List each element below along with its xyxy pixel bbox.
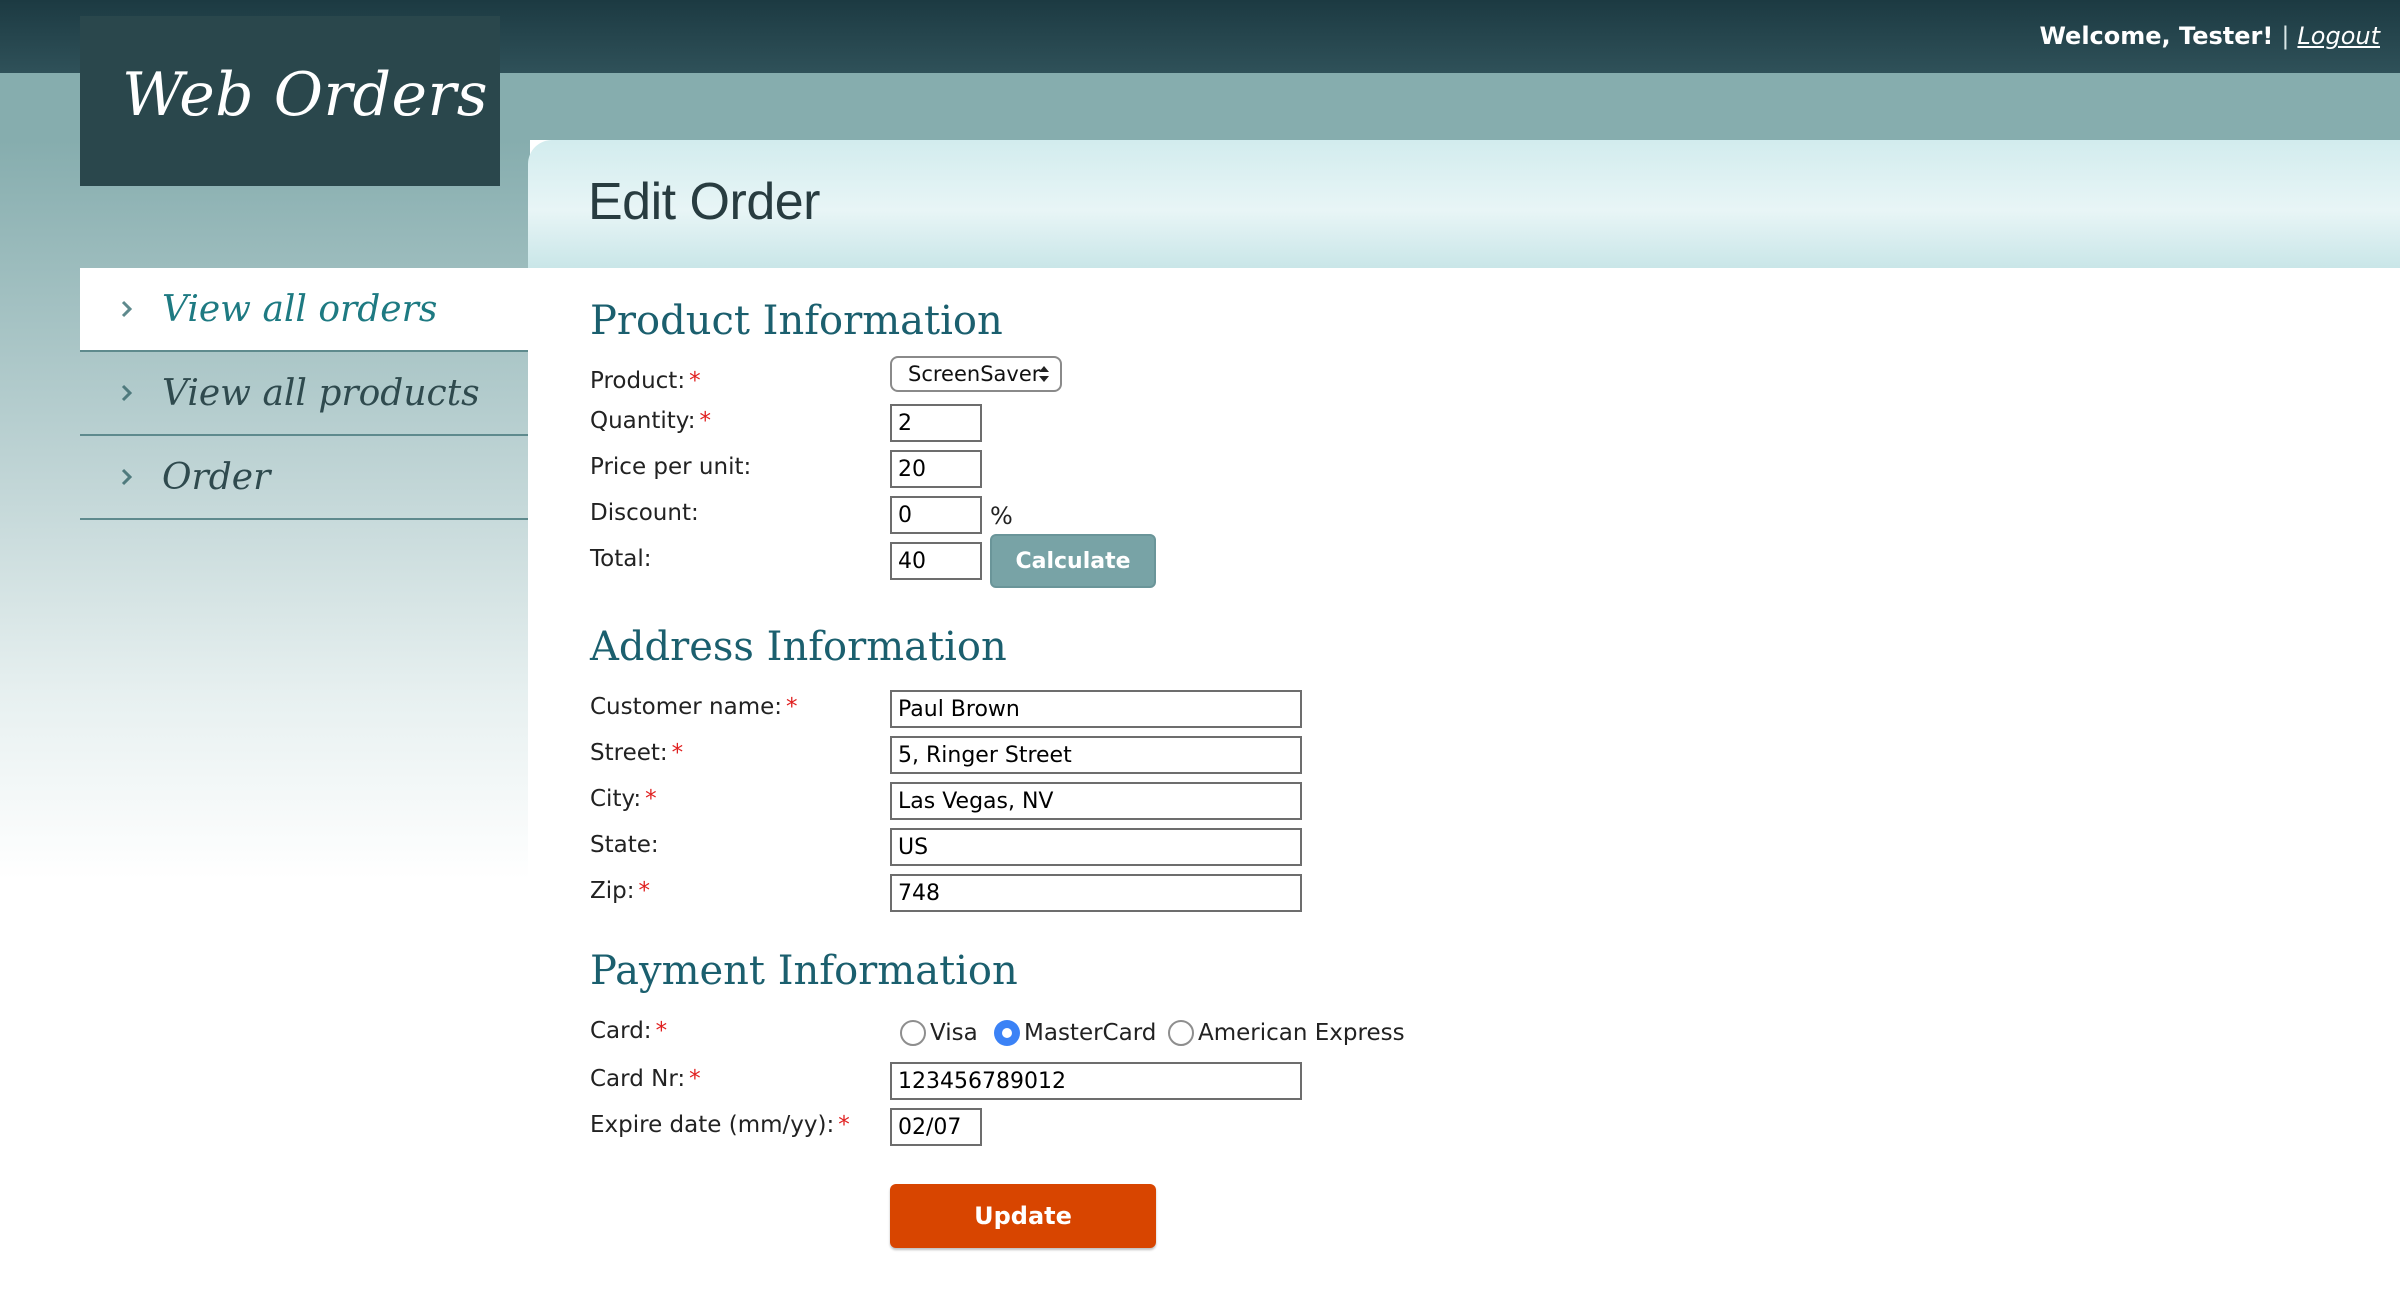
city-label: City: * — [590, 786, 657, 812]
zip-label: Zip: * — [590, 878, 650, 904]
chevron-right-icon — [118, 384, 136, 402]
sidebar-item-label: Order — [162, 456, 271, 498]
update-button[interactable]: Update — [890, 1184, 1156, 1248]
street-label-text: Street: — [590, 740, 668, 766]
sidebar-item-view-all-orders[interactable]: View all orders — [80, 268, 528, 352]
sidebar-item-label: View all products — [162, 372, 480, 414]
chevron-right-icon — [118, 300, 136, 318]
product-section-title: Product Information — [590, 298, 1003, 344]
city-field[interactable] — [890, 782, 1302, 820]
radio-dot — [1002, 1028, 1012, 1038]
required-marker: * — [655, 1018, 668, 1044]
mastercard-radio[interactable] — [994, 1020, 1020, 1046]
price-label: Price per unit: — [590, 454, 752, 480]
expire-date-field[interactable] — [890, 1108, 982, 1146]
card-option-mastercard[interactable]: MasterCard — [994, 1018, 1156, 1048]
card-nr-label: Card Nr: * — [590, 1066, 701, 1092]
product-select[interactable]: ScreenSaver — [890, 356, 1062, 392]
american-express-radio[interactable] — [1168, 1020, 1194, 1046]
sidebar-nav: View all orders View all products Order — [80, 268, 528, 520]
required-marker: * — [838, 1112, 850, 1138]
card-option-visa[interactable]: Visa — [900, 1018, 978, 1048]
expire-date-label-text: Expire date (mm/yy): — [590, 1112, 835, 1138]
card-label: Card: * — [590, 1018, 667, 1044]
total-label: Total: — [590, 546, 652, 572]
american-express-radio-label: American Express — [1198, 1020, 1405, 1046]
mastercard-radio-label: MasterCard — [1024, 1020, 1157, 1046]
city-label-text: City: — [590, 786, 642, 812]
visa-radio-label: Visa — [930, 1020, 978, 1046]
required-marker: * — [689, 368, 701, 394]
required-marker: * — [699, 408, 711, 434]
logout-link[interactable]: Logout — [2297, 22, 2380, 50]
street-label: Street: * — [590, 740, 683, 766]
zip-field[interactable] — [890, 874, 1302, 912]
logo: Web Orders — [80, 16, 500, 186]
total-field[interactable] — [890, 542, 982, 580]
product-select-value: ScreenSaver — [908, 362, 1041, 386]
card-number-field[interactable] — [890, 1062, 1302, 1100]
user-bar: Welcome, Tester! | Logout — [2039, 22, 2380, 50]
required-marker: * — [671, 740, 684, 766]
card-option-american-express[interactable]: American Express — [1168, 1018, 1405, 1048]
street-field[interactable] — [890, 736, 1302, 774]
price-per-unit-field[interactable] — [890, 450, 982, 488]
zip-label-text: Zip: — [590, 878, 635, 904]
visa-radio[interactable] — [900, 1020, 926, 1046]
separator: | — [2281, 22, 2290, 50]
select-arrows-icon — [1038, 364, 1050, 388]
content-header: Edit Order — [528, 140, 2400, 268]
sidebar-item-view-all-products[interactable]: View all products — [80, 352, 528, 436]
discount-field[interactable] — [890, 496, 982, 534]
required-marker: * — [689, 1066, 701, 1092]
quantity-label: Quantity: * — [590, 408, 711, 434]
card-nr-label-text: Card Nr: — [590, 1066, 686, 1092]
state-label: State: — [590, 832, 659, 858]
required-marker: * — [638, 878, 651, 904]
discount-label: Discount: — [590, 500, 699, 526]
card-label-text: Card: — [590, 1018, 652, 1044]
customer-name-field[interactable] — [890, 690, 1302, 728]
product-label: Product: * — [590, 368, 701, 394]
customer-name-label: Customer name: * — [590, 694, 798, 720]
calculate-button[interactable]: Calculate — [990, 534, 1156, 588]
product-label-text: Product: — [590, 368, 686, 394]
sidebar-item-label: View all orders — [162, 288, 438, 330]
page-title: Edit Order — [588, 173, 820, 231]
customer-name-label-text: Customer name: — [590, 694, 783, 720]
payment-section-title: Payment Information — [590, 948, 1018, 994]
state-field[interactable] — [890, 828, 1302, 866]
required-marker: * — [645, 786, 657, 812]
address-section-title: Address Information — [590, 624, 1007, 670]
discount-unit: % — [990, 502, 1013, 530]
logo-text: Web Orders — [122, 60, 489, 130]
content-body — [528, 268, 2400, 1314]
quantity-field[interactable] — [890, 404, 982, 442]
welcome-text: Welcome, Tester! — [2039, 22, 2274, 50]
chevron-right-icon — [118, 468, 136, 486]
required-marker: * — [786, 694, 798, 720]
quantity-label-text: Quantity: — [590, 408, 696, 434]
expire-date-label: Expire date (mm/yy): * — [590, 1112, 850, 1138]
sidebar-item-order[interactable]: Order — [80, 436, 528, 520]
